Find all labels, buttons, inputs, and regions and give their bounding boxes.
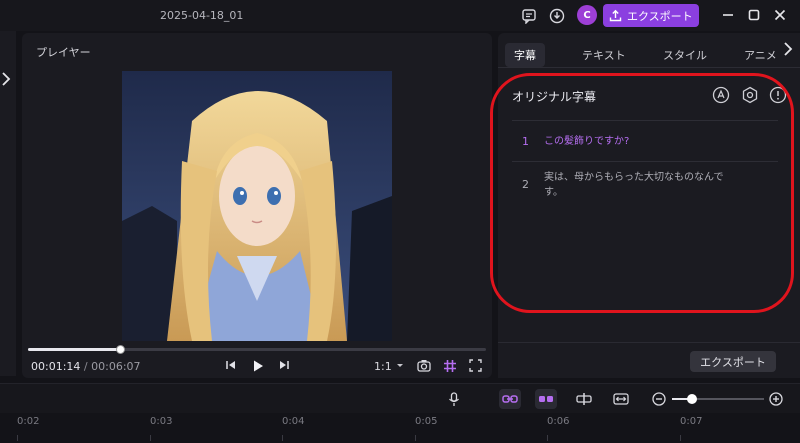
player-header: プレイヤー <box>36 46 91 59</box>
zoom-out-icon[interactable] <box>648 389 670 409</box>
tick-mark <box>547 435 548 441</box>
timeline-toolbar <box>0 383 800 413</box>
tick-label: 0:05 <box>415 416 438 427</box>
panel-footer: エクスポート <box>498 342 800 378</box>
chevron-right-icon[interactable] <box>1 71 11 90</box>
previous-frame-icon[interactable] <box>225 359 237 371</box>
zoom-in-icon[interactable] <box>765 389 787 409</box>
grid-icon[interactable] <box>443 359 457 373</box>
tick-label: 0:03 <box>150 416 173 427</box>
export-button-bottom[interactable]: エクスポート <box>690 351 776 372</box>
time-separator: / <box>83 360 88 373</box>
subtitle-row-text[interactable]: この髪飾りですか? <box>544 134 734 149</box>
group-clips-icon[interactable] <box>535 389 557 409</box>
tick-mark <box>680 435 681 441</box>
list-divider <box>512 161 778 162</box>
zoom-slider-handle[interactable] <box>687 394 698 404</box>
fit-timeline-icon[interactable] <box>610 389 632 409</box>
subtitle-row-number: 1 <box>522 135 529 148</box>
window-title: 2025-04-18_01 <box>160 9 244 22</box>
feedback-icon[interactable] <box>519 6 539 26</box>
aspect-ratio-select[interactable]: 1:1 <box>374 360 392 373</box>
left-panel-collapsed <box>0 31 16 376</box>
playback-progress-fill <box>28 348 120 351</box>
download-icon[interactable] <box>547 6 567 26</box>
list-divider <box>512 120 778 121</box>
maximize-icon[interactable] <box>743 5 765 25</box>
export-button-top[interactable]: エクスポート <box>603 4 699 27</box>
auto-translate-icon[interactable] <box>711 85 731 105</box>
player-panel: プレイヤー 00:01:14 / 00:06:07 1:1 <box>22 33 492 378</box>
info-icon[interactable] <box>768 85 788 105</box>
subtitle-row-number: 2 <box>522 178 529 191</box>
tab-text[interactable]: テキスト <box>582 47 626 63</box>
tabs-divider <box>498 67 800 68</box>
timeline-ruler[interactable]: 0:02 0:03 0:04 0:05 0:06 0:07 <box>0 413 800 443</box>
tick-mark <box>17 435 18 441</box>
export-button-top-label: エクスポート <box>627 9 693 23</box>
minimize-icon[interactable] <box>717 5 739 25</box>
tick-label: 0:07 <box>680 416 703 427</box>
split-icon[interactable] <box>573 389 595 409</box>
upload-icon <box>609 9 622 22</box>
playback-progress-bar[interactable] <box>28 345 486 354</box>
tab-animation[interactable]: アニメ <box>744 47 777 63</box>
tick-mark <box>282 435 283 441</box>
tick-label: 0:04 <box>282 416 305 427</box>
settings-icon[interactable] <box>740 85 760 105</box>
tab-subtitles[interactable]: 字幕 <box>505 43 545 67</box>
close-icon[interactable] <box>769 5 791 25</box>
video-preview[interactable] <box>122 71 392 341</box>
avatar[interactable]: C <box>577 5 597 25</box>
microphone-icon[interactable] <box>443 389 465 409</box>
original-subtitles-title: オリジナル字幕 <box>512 90 597 104</box>
tab-style[interactable]: スタイル <box>663 47 707 63</box>
aspect-ratio-value: 1:1 <box>374 360 392 373</box>
fullscreen-icon[interactable] <box>469 359 482 372</box>
time-display: 00:01:14 / 00:06:07 <box>31 360 141 373</box>
subtitle-row-text[interactable]: 実は、母からもらった大切なものなんです。 <box>544 170 734 200</box>
caret-down-icon[interactable] <box>396 363 404 369</box>
current-time: 00:01:14 <box>31 360 81 373</box>
tick-mark <box>415 435 416 441</box>
zoom-slider[interactable] <box>672 394 764 404</box>
total-time: 00:06:07 <box>91 360 141 373</box>
title-bar: 2025-04-18_01 C エクスポート <box>0 0 800 31</box>
tick-label: 0:02 <box>17 416 40 427</box>
subtitle-panel: 字幕 テキスト スタイル アニメ オリジナル字幕 1 この髪飾りですか? 2 実… <box>498 33 800 378</box>
playback-progress-handle[interactable] <box>115 345 125 354</box>
play-icon[interactable] <box>251 359 265 373</box>
next-frame-icon[interactable] <box>278 359 290 371</box>
tick-mark <box>150 435 151 441</box>
link-clips-icon[interactable] <box>499 389 521 409</box>
tick-label: 0:06 <box>547 416 570 427</box>
chevron-right-icon[interactable] <box>783 41 793 60</box>
panel-tabs: 字幕 テキスト スタイル アニメ <box>498 41 800 67</box>
snapshot-icon[interactable] <box>417 359 431 372</box>
video-frame-illustration <box>122 71 392 341</box>
